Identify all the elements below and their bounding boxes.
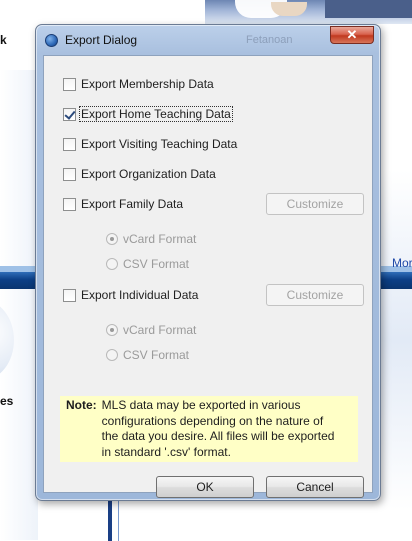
family-vcard-radio[interactable] xyxy=(106,233,118,245)
export-dialog: Export Dialog Fetanoan ✕ Export Membersh… xyxy=(35,24,381,501)
note-label: Note: xyxy=(66,398,97,412)
membership-checkbox[interactable] xyxy=(63,77,76,91)
organization-label: Export Organization Data xyxy=(81,167,216,181)
background-panel-right xyxy=(376,170,412,510)
individual-vcard-radio[interactable] xyxy=(106,324,118,336)
home-teaching-label: Export Home Teaching Data xyxy=(79,106,233,122)
background-photo xyxy=(205,0,412,24)
option-home-teaching[interactable]: Export Home Teaching Data xyxy=(63,105,233,123)
dialog-title: Export Dialog xyxy=(65,33,138,47)
family-label: Export Family Data xyxy=(81,197,184,211)
dialog-content: Export Membership Data Export Home Teach… xyxy=(43,55,373,498)
note-box: Note: MLS data may be exported in variou… xyxy=(60,396,358,462)
individual-csv-label: CSV Format xyxy=(123,348,190,362)
family-csv-label: CSV Format xyxy=(123,257,190,271)
option-individual[interactable]: Export Individual Data xyxy=(63,286,199,304)
individual-checkbox[interactable] xyxy=(63,288,76,302)
background-text-bottom: es xyxy=(0,394,14,408)
individual-vcard-option[interactable]: vCard Format xyxy=(106,321,196,339)
organization-checkbox[interactable] xyxy=(63,167,76,181)
background-divider-thin xyxy=(118,500,119,541)
membership-label: Export Membership Data xyxy=(81,77,214,91)
ok-button[interactable]: OK xyxy=(156,476,254,498)
family-customize-button[interactable]: Customize xyxy=(266,193,364,215)
home-teaching-checkbox[interactable] xyxy=(63,107,76,121)
dialog-titlebar[interactable]: Export Dialog Fetanoan ✕ xyxy=(36,25,380,55)
option-visiting-teaching[interactable]: Export Visiting Teaching Data xyxy=(63,135,238,153)
visiting-teaching-label: Export Visiting Teaching Data xyxy=(81,137,238,151)
note-text: MLS data may be exported in various conf… xyxy=(101,398,335,459)
option-membership[interactable]: Export Membership Data xyxy=(63,75,215,93)
option-family[interactable]: Export Family Data xyxy=(63,195,184,213)
cancel-button[interactable]: Cancel xyxy=(266,476,364,498)
app-icon xyxy=(45,34,58,47)
background-text-top: k xyxy=(0,33,7,47)
screen: k Mor es Export Dialog Fetanoan ✕ Export… xyxy=(0,0,412,541)
close-button[interactable]: ✕ xyxy=(330,26,374,44)
background-window-title: Fetanoan xyxy=(246,34,293,46)
family-vcard-label: vCard Format xyxy=(123,232,197,246)
background-panel-left xyxy=(0,70,38,540)
option-organization[interactable]: Export Organization Data xyxy=(63,165,217,183)
individual-vcard-label: vCard Format xyxy=(123,323,197,337)
family-checkbox[interactable] xyxy=(63,197,76,211)
visiting-teaching-checkbox[interactable] xyxy=(63,137,76,151)
individual-csv-option[interactable]: CSV Format xyxy=(106,346,189,364)
individual-label: Export Individual Data xyxy=(81,288,199,302)
individual-customize-button[interactable]: Customize xyxy=(266,284,364,306)
background-more-link[interactable]: Mor xyxy=(392,256,412,270)
individual-csv-radio[interactable] xyxy=(106,349,118,361)
close-icon: ✕ xyxy=(346,27,358,42)
family-csv-option[interactable]: CSV Format xyxy=(106,255,189,273)
family-vcard-option[interactable]: vCard Format xyxy=(106,230,196,248)
family-csv-radio[interactable] xyxy=(106,258,118,270)
